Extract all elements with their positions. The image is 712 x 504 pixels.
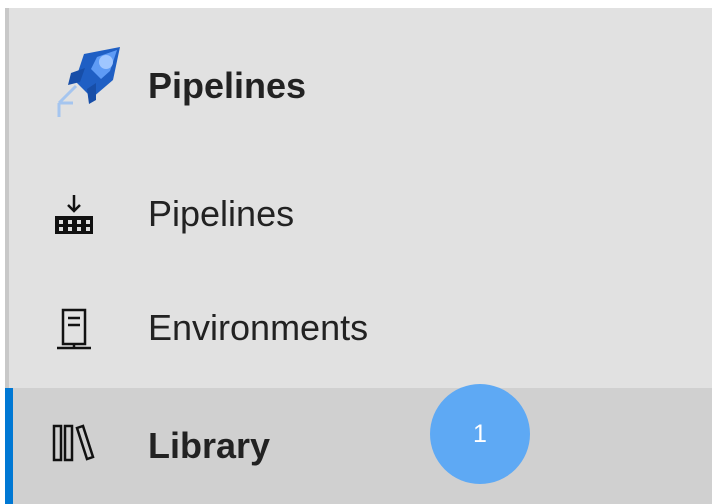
nav-item-label: Library (148, 425, 271, 466)
step-number-badge: 1 (430, 384, 530, 484)
nav-item-library[interactable]: Library (5, 388, 712, 504)
nav-item-label: Environments (148, 307, 369, 348)
section-title: Pipelines (148, 65, 307, 106)
selected-item-indicator (5, 388, 13, 504)
environment-server-icon (50, 306, 98, 354)
pipelines-section-header[interactable]: Pipelines (5, 40, 712, 132)
pipeline-build-icon (50, 192, 98, 240)
nav-item-label: Pipelines (148, 193, 295, 234)
pipelines-rocket-icon (50, 40, 120, 117)
step-number: 1 (473, 420, 487, 448)
library-books-icon (50, 420, 98, 468)
nav-item-environments[interactable]: Environments (5, 292, 712, 368)
nav-item-pipelines[interactable]: Pipelines (5, 178, 712, 254)
